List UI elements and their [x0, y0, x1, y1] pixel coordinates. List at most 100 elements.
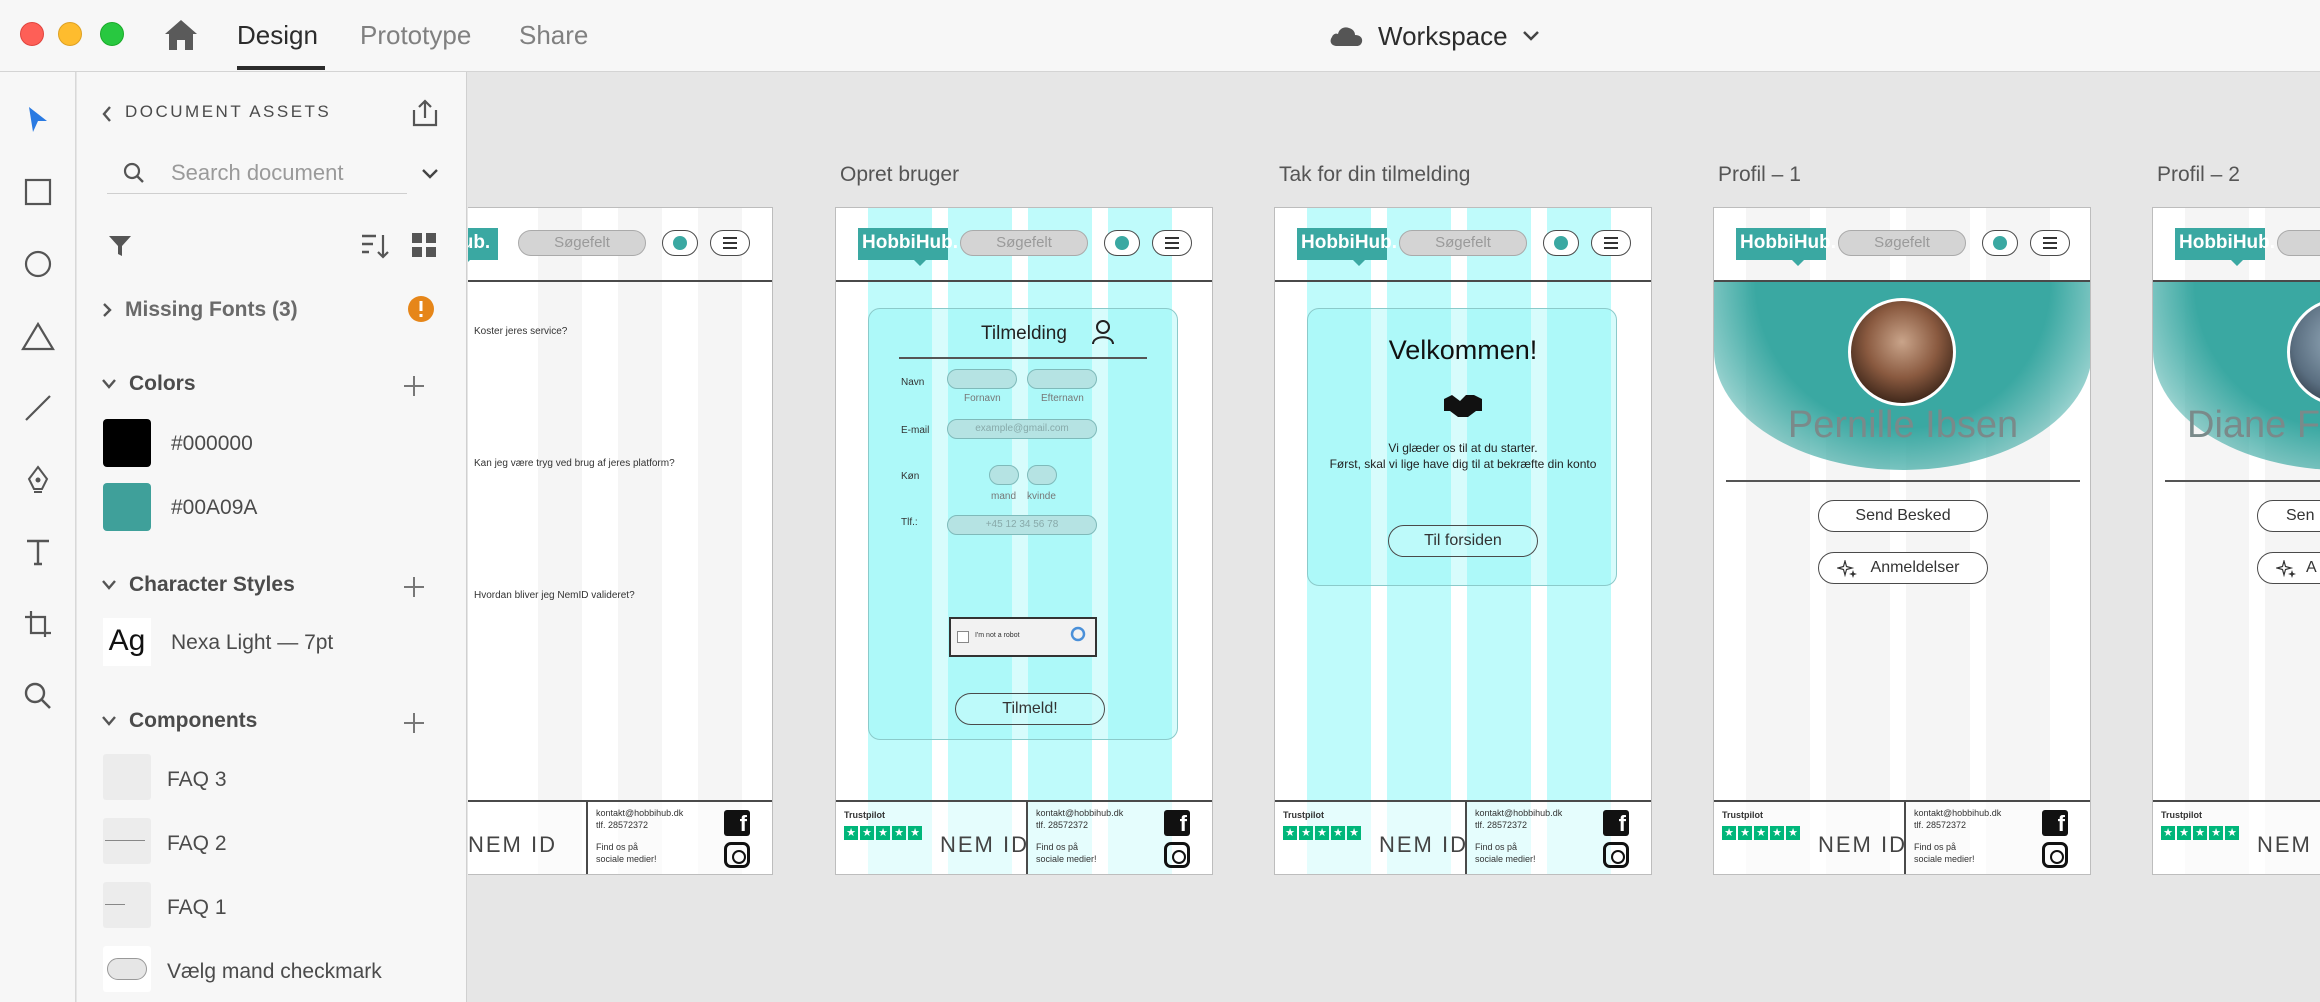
instagram-icon[interactable] — [1603, 842, 1629, 868]
maximize-window-button[interactable] — [100, 22, 124, 46]
artboard-title[interactable]: Tak for din tilmelding — [1279, 163, 1470, 187]
trustpilot-logo: Trustpilot — [844, 810, 885, 820]
menu-button[interactable] — [2030, 230, 2070, 256]
pen-tool[interactable] — [16, 458, 60, 502]
character-styles-section[interactable]: Character Styles — [101, 573, 295, 597]
captcha-checkbox[interactable] — [957, 631, 969, 643]
component-thumbnail[interactable] — [103, 946, 151, 992]
facebook-icon[interactable]: f — [724, 810, 750, 836]
faq-question[interactable]: Koster jeres service? — [474, 326, 567, 337]
tab-prototype[interactable]: Prototype — [360, 20, 471, 51]
zoom-tool[interactable] — [16, 674, 60, 718]
filter-icon[interactable] — [107, 234, 133, 258]
cloud-icon — [1330, 27, 1363, 46]
send-message-button[interactable]: Send Besked — [1818, 500, 1988, 532]
add-component-icon[interactable] — [402, 711, 426, 735]
footer-email[interactable]: kontakt@hobbihub.dk — [596, 808, 683, 818]
search-field[interactable]: Søgefelt — [1838, 230, 1966, 256]
star-icon: ★ — [1299, 826, 1313, 840]
add-character-style-icon[interactable] — [402, 575, 426, 599]
footer-email[interactable]: kontakt@hobbihub.dk — [1914, 808, 2001, 818]
minimize-window-button[interactable] — [58, 22, 82, 46]
artboard-opret-bruger[interactable]: HobbiHub. Søgefelt Tilmelding Navn Forna… — [835, 207, 1213, 875]
colors-section[interactable]: Colors — [101, 372, 196, 396]
design-canvas[interactable]: Hub. Søgefelt Koster jeres service? Kan … — [468, 73, 2320, 1002]
missing-fonts-section[interactable]: Missing Fonts (3) — [101, 298, 298, 322]
grid-view-icon[interactable] — [411, 232, 437, 258]
menu-button[interactable] — [1591, 230, 1631, 256]
search-field[interactable]: Søgefelt — [1399, 230, 1527, 256]
footer-email[interactable]: kontakt@hobbihub.dk — [1036, 808, 1123, 818]
search-field[interactable]: Søgefelt — [518, 230, 646, 256]
workspace-menu[interactable]: Workspace — [1328, 18, 1540, 54]
tab-share[interactable]: Share — [519, 20, 588, 51]
add-color-icon[interactable] — [402, 374, 426, 398]
artboard-profil-2[interactable]: HobbiHub. S Diane F Sen A Trustpilot ★★★… — [2152, 207, 2320, 875]
rectangle-tool[interactable] — [16, 170, 60, 214]
instagram-icon[interactable] — [1164, 842, 1190, 868]
home-button[interactable]: Til forsiden — [1388, 525, 1538, 557]
phone-field[interactable]: +45 12 34 56 78 — [947, 515, 1097, 535]
component-thumbnail[interactable] — [103, 818, 151, 864]
search-input[interactable] — [171, 158, 391, 188]
component-thumbnail[interactable] — [103, 882, 151, 928]
menu-button[interactable] — [1152, 230, 1192, 256]
home-icon[interactable] — [163, 18, 199, 52]
back-chevron-icon[interactable] — [101, 105, 113, 123]
close-window-button[interactable] — [20, 22, 44, 46]
facebook-icon[interactable]: f — [2042, 810, 2068, 836]
last-name-field[interactable] — [1027, 369, 1097, 389]
user-button[interactable] — [1543, 230, 1579, 256]
footer-email[interactable]: kontakt@hobbihub.dk — [1475, 808, 1562, 818]
artboard-profil-1[interactable]: HobbiHub. Søgefelt Pernille Ibsen Send B… — [1713, 207, 2091, 875]
instagram-icon[interactable] — [724, 842, 750, 868]
search-document-box[interactable] — [107, 152, 407, 194]
facebook-icon[interactable]: f — [1164, 810, 1190, 836]
tab-design[interactable]: Design — [237, 20, 318, 51]
faq-question[interactable]: Hvordan bliver jeg NemID valideret? — [474, 590, 635, 601]
male-checkbox[interactable] — [989, 465, 1019, 485]
component-item[interactable]: FAQ 1 — [167, 896, 227, 920]
character-style-sample[interactable]: Ag — [103, 618, 151, 666]
component-item[interactable]: FAQ 2 — [167, 832, 227, 856]
user-button[interactable] — [1982, 230, 2018, 256]
artboard-title[interactable]: Profil – 1 — [1718, 163, 1801, 187]
select-tool[interactable] — [16, 98, 60, 142]
signup-button[interactable]: Tilmeld! — [955, 693, 1105, 725]
user-button[interactable] — [662, 230, 698, 256]
ellipse-tool[interactable] — [16, 242, 60, 286]
search-field[interactable]: Søgefelt — [960, 230, 1088, 256]
artboard-tak[interactable]: HobbiHub. Søgefelt Velkommen! Vi glæder … — [1274, 207, 1652, 875]
color-swatch-teal[interactable] — [103, 483, 151, 531]
components-section[interactable]: Components — [101, 709, 257, 733]
artboard-faq[interactable]: Hub. Søgefelt Koster jeres service? Kan … — [468, 207, 773, 875]
menu-button[interactable] — [710, 230, 750, 256]
user-button[interactable] — [1104, 230, 1140, 256]
first-name-field[interactable] — [947, 369, 1017, 389]
warning-icon[interactable] — [407, 295, 435, 323]
component-thumbnail[interactable] — [103, 754, 151, 800]
reviews-button[interactable]: A — [2257, 552, 2320, 584]
chevron-down-icon[interactable] — [421, 168, 439, 180]
email-field[interactable]: example@gmail.com — [947, 419, 1097, 439]
profile-avatar[interactable] — [1848, 298, 1956, 406]
send-message-button[interactable]: Sen — [2257, 500, 2320, 532]
component-item[interactable]: FAQ 3 — [167, 768, 227, 792]
instagram-icon[interactable] — [2042, 842, 2068, 868]
reviews-button[interactable]: Anmeldelser — [1818, 552, 1988, 584]
share-export-icon[interactable] — [410, 98, 440, 128]
faq-question[interactable]: Kan jeg være tryg ved brug af jeres plat… — [474, 458, 675, 469]
search-field[interactable]: S — [2277, 230, 2320, 256]
polygon-tool[interactable] — [16, 314, 60, 358]
artboard-tool[interactable] — [16, 602, 60, 646]
sort-icon[interactable] — [360, 232, 390, 260]
facebook-icon[interactable]: f — [1603, 810, 1629, 836]
captcha[interactable]: I'm not a robot — [949, 617, 1097, 657]
text-tool[interactable] — [16, 530, 60, 574]
female-checkbox[interactable] — [1027, 465, 1057, 485]
artboard-title[interactable]: Opret bruger — [840, 163, 959, 187]
color-swatch-black[interactable] — [103, 419, 151, 467]
line-tool[interactable] — [16, 386, 60, 430]
artboard-title[interactable]: Profil – 2 — [2157, 163, 2240, 187]
component-item[interactable]: Vælg mand checkmark — [167, 960, 382, 984]
